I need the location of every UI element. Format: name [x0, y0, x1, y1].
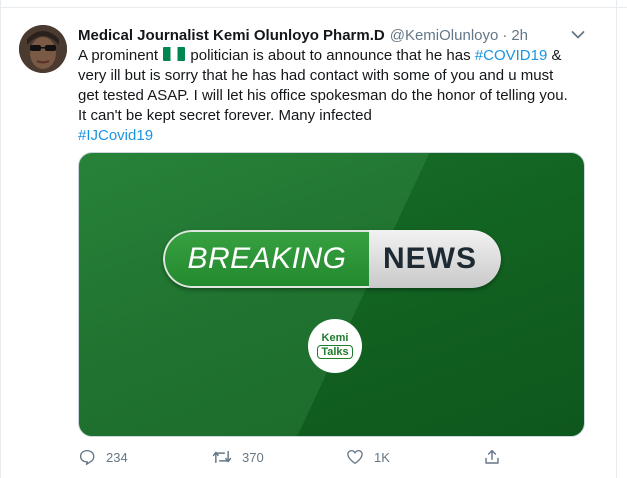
tweet-container[interactable]: Medical Journalist Kemi Olunloyo Pharm.D…	[0, 0, 627, 478]
avatar-portrait-icon	[19, 25, 67, 73]
author-handle[interactable]: @KemiOlunloyo	[390, 27, 499, 44]
like-icon	[347, 449, 363, 465]
share-icon	[485, 449, 499, 464]
reply-count: 234	[106, 449, 128, 465]
reply-icon	[79, 449, 95, 465]
reply-button[interactable]: 234	[78, 446, 128, 468]
tweet-timestamp[interactable]: 2h	[511, 27, 528, 44]
tweet-actions: 234 370 1K	[78, 446, 508, 468]
tweet-text: A prominent politician is about to annou…	[78, 46, 578, 146]
share-button[interactable]	[483, 446, 501, 468]
tweet-text-part: A prominent	[78, 47, 163, 64]
hashtag-covid19-link[interactable]: #COVID19	[475, 47, 548, 64]
avatar[interactable]	[19, 25, 67, 73]
logo-text-bottom: Talks	[317, 345, 353, 359]
tweet-menu-button[interactable]	[567, 24, 589, 46]
kemi-talks-logo: Kemi Talks	[308, 319, 362, 373]
tweet-header: Medical Journalist Kemi Olunloyo Pharm.D…	[78, 25, 528, 45]
caret-down-icon	[571, 31, 585, 39]
previous-tweet-edge	[1, 0, 627, 8]
retweet-button[interactable]: 370	[212, 446, 264, 468]
media-background	[79, 153, 584, 436]
like-button[interactable]: 1K	[346, 446, 390, 468]
breaking-news-banner: BREAKING NEWS	[163, 230, 501, 288]
retweet-count: 370	[242, 449, 264, 465]
header-separator: ·	[502, 26, 508, 44]
like-count: 1K	[374, 449, 390, 465]
timeline-border	[616, 0, 617, 478]
logo-text-top: Kemi	[321, 332, 349, 344]
breaking-label: BREAKING	[163, 230, 369, 288]
nigeria-flag-icon	[163, 47, 186, 61]
retweet-icon	[212, 450, 232, 464]
hashtag-ijcovid19-link[interactable]: #IJCovid19	[78, 127, 153, 144]
tweet-text-part: politician is about to announce that he …	[186, 47, 475, 64]
tweet-media-image[interactable]: BREAKING NEWS Kemi Talks	[78, 152, 585, 437]
author-name[interactable]: Medical Journalist Kemi Olunloyo Pharm.D	[78, 27, 385, 44]
news-label: NEWS	[369, 230, 501, 288]
